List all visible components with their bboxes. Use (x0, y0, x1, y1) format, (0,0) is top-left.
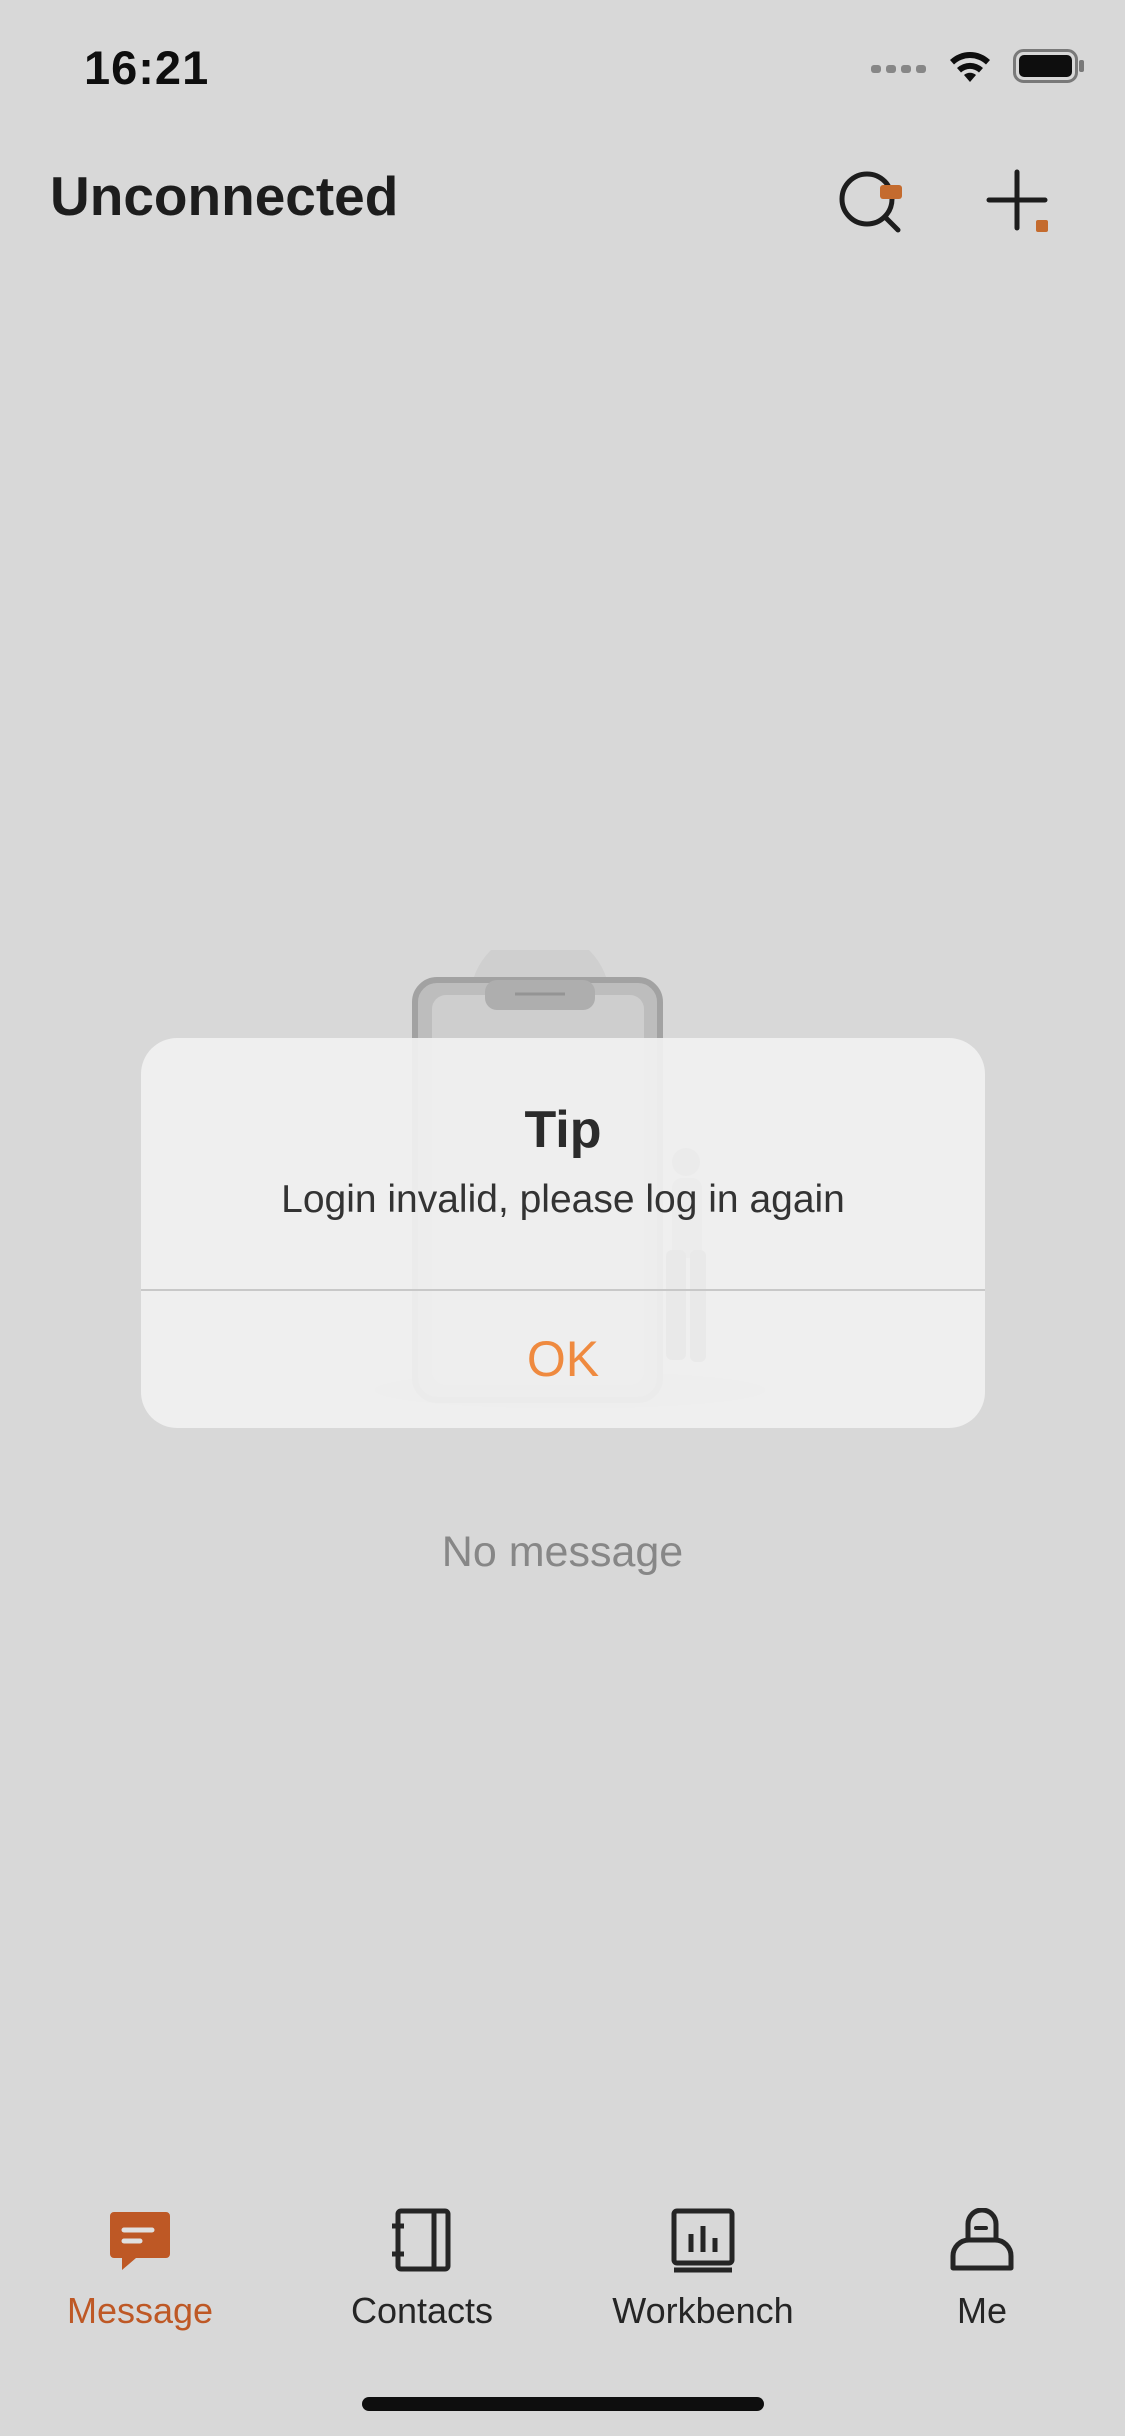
ok-button[interactable]: OK (141, 1291, 985, 1428)
alert-message: Login invalid, please log in again (281, 1178, 845, 1221)
alert-title: Tip (524, 1101, 602, 1159)
alert-dialog: Tip Login invalid, please log in again O… (141, 1038, 985, 1428)
